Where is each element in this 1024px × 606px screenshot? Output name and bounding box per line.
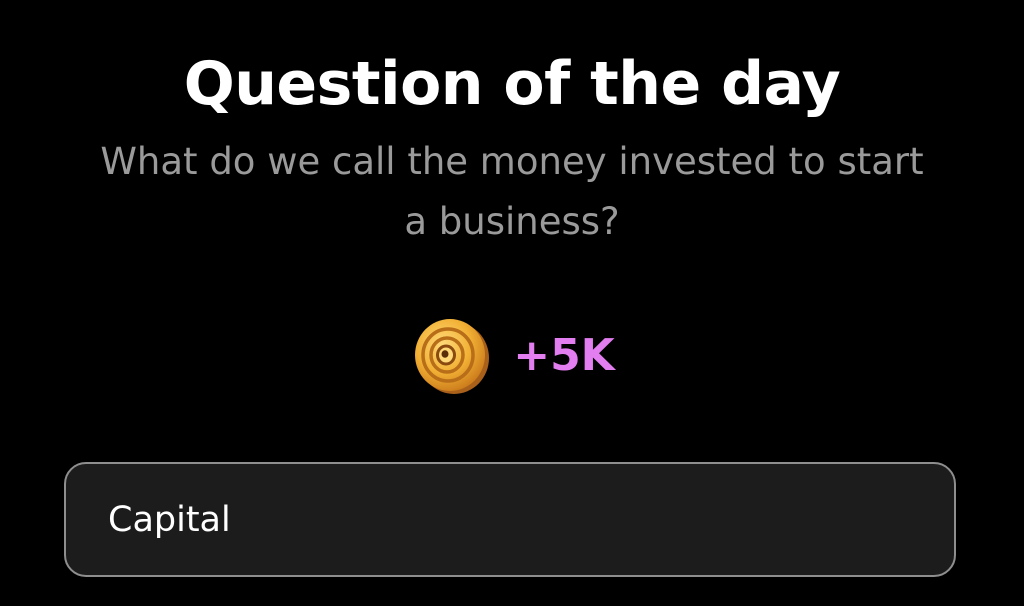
page-title: Question of the day: [183, 49, 841, 119]
answer-input[interactable]: Capital: [64, 462, 956, 577]
coin-icon: [415, 319, 490, 394]
question-text: What do we call the money invested to st…: [100, 140, 924, 243]
reward-row: +5K: [0, 314, 1024, 398]
reward-amount: +5K: [513, 330, 615, 381]
answer-value: Capital: [108, 499, 231, 540]
